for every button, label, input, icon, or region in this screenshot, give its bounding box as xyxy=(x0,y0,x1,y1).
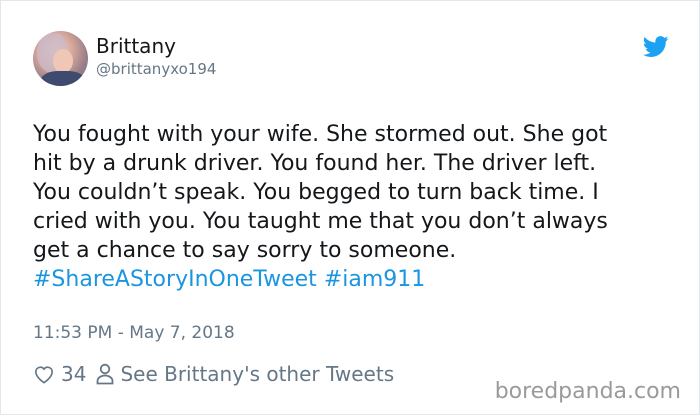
see-other-tweets-link[interactable]: See Brittany's other Tweets xyxy=(120,362,394,386)
user-handle[interactable]: @brittanyxo194 xyxy=(96,60,216,78)
tweet-timestamp[interactable]: 11:53 PM - May 7, 2018 xyxy=(33,322,235,344)
tweet-actions: 34 See Brittany's other Tweets xyxy=(33,361,394,387)
tweet-line: You couldn’t speak. You begged to turn b… xyxy=(33,180,599,205)
tweet-line: You fought with your wife. She stormed o… xyxy=(33,122,608,147)
heart-icon[interactable] xyxy=(33,364,55,384)
twitter-bird-icon[interactable] xyxy=(643,36,669,58)
tweet-card: Brittany @brittanyxo194 You fought with … xyxy=(0,0,700,415)
tweet-line: get a chance to say sorry to someone. xyxy=(33,238,457,263)
person-icon xyxy=(97,363,114,385)
hashtag-line: #ShareAStoryInOneTweet #iam911 xyxy=(33,265,683,294)
avatar[interactable] xyxy=(33,31,88,86)
tweet-line: hit by a drunk driver. You found her. Th… xyxy=(33,151,597,176)
avatar-shirt xyxy=(41,71,85,86)
hashtag-link[interactable]: #ShareAStoryInOneTweet xyxy=(33,267,317,292)
avatar-face xyxy=(53,49,73,73)
tweet-text: You fought with your wife. She stormed o… xyxy=(33,120,683,294)
tweet-line: cried with you. You taught me that you d… xyxy=(33,209,608,234)
watermark: boredpanda.com xyxy=(494,379,681,404)
hashtag-link[interactable]: #iam911 xyxy=(324,267,425,292)
user-name[interactable]: Brittany xyxy=(96,34,176,58)
like-count: 34 xyxy=(61,362,87,386)
